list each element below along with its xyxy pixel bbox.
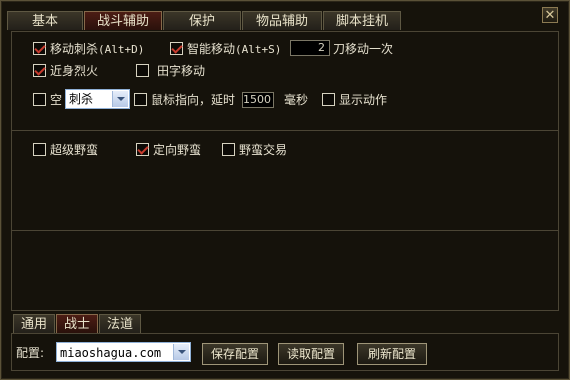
settings-window: 基本 战斗辅助 保护 物品辅助 脚本挂机 ✕ 移动刺杀(Alt+D) 智能移动(…	[0, 0, 570, 380]
close-fire-label: 近身烈火	[50, 64, 99, 78]
smart-move-label: 智能移动(Alt+S)	[187, 42, 282, 56]
config-select-value: miaoshagua.com	[60, 346, 162, 360]
super-barbarian-checkbox[interactable]	[33, 143, 46, 156]
tab-mage-taoist[interactable]: 法道	[99, 314, 142, 333]
combat-assist-panel: 移动刺杀(Alt+D) 智能移动(Alt+S) 2 刀移动一次 近身烈火 田字移…	[11, 31, 559, 311]
show-action-checkbox[interactable]	[322, 93, 335, 106]
mouse-point-label: 鼠标指向，延时	[151, 93, 236, 107]
tian-move-checkbox[interactable]	[136, 64, 149, 77]
config-select[interactable]: miaoshagua.com	[56, 342, 191, 362]
tab-general[interactable]: 通用	[13, 314, 56, 333]
tian-move-label: 田字移动	[157, 64, 206, 78]
barbarian-trade-checkbox[interactable]	[222, 143, 235, 156]
super-barbarian-label: 超级野蛮	[50, 143, 99, 157]
mouse-point-checkbox[interactable]	[134, 93, 147, 106]
config-label: 配置:	[16, 346, 45, 360]
tab-script-autoplay[interactable]: 脚本挂机	[323, 11, 401, 30]
close-fire-checkbox[interactable]	[33, 64, 46, 77]
tab-basic[interactable]: 基本	[7, 11, 83, 30]
delay-input[interactable]: 1500	[242, 92, 274, 108]
chevron-down-icon[interactable]	[112, 91, 128, 107]
smart-move-checkbox[interactable]	[170, 42, 183, 55]
save-config-button[interactable]: 保存配置	[202, 343, 268, 365]
tab-protection[interactable]: 保护	[163, 11, 241, 30]
tab-bar: 基本 战斗辅助 保护 物品辅助 脚本挂机	[7, 11, 537, 31]
skill-select-value: 刺杀	[69, 92, 94, 106]
section-divider	[12, 130, 558, 131]
tab-item-assist[interactable]: 物品辅助	[242, 11, 322, 30]
empty-skill-label: 空	[50, 93, 63, 107]
class-tab-bar: 通用 战士 法道	[13, 314, 142, 334]
close-icon[interactable]: ✕	[542, 7, 558, 23]
empty-skill-checkbox[interactable]	[33, 93, 46, 106]
knife-count-input[interactable]: 2	[290, 40, 330, 56]
tab-combat-assist[interactable]: 战斗辅助	[84, 11, 162, 30]
read-config-button[interactable]: 读取配置	[278, 343, 344, 365]
directed-barbarian-checkbox[interactable]	[136, 143, 149, 156]
refresh-config-button[interactable]: 刷新配置	[357, 343, 427, 365]
tab-warrior[interactable]: 战士	[56, 314, 99, 333]
chevron-down-icon[interactable]	[173, 344, 189, 360]
delay-unit-label: 毫秒	[284, 93, 309, 107]
show-action-label: 显示动作	[339, 93, 388, 107]
skill-select[interactable]: 刺杀	[65, 89, 130, 109]
section-divider	[12, 230, 558, 231]
move-kill-checkbox[interactable]	[33, 42, 46, 55]
config-bar: 配置: miaoshagua.com 保存配置 读取配置 刷新配置	[11, 333, 559, 371]
barbarian-trade-label: 野蛮交易	[239, 143, 288, 157]
move-kill-label: 移动刺杀(Alt+D)	[50, 42, 145, 56]
directed-barbarian-label: 定向野蛮	[153, 143, 202, 157]
knife-suffix-label: 刀移动一次	[333, 42, 394, 56]
